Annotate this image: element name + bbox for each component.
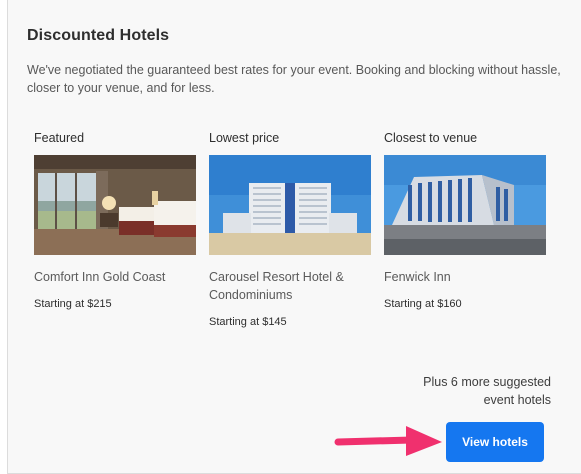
hotel-price: Starting at $145 [209,316,287,328]
hotel-name[interactable]: Carousel Resort Hotel & Condominiums [209,268,372,304]
hotel-price: Starting at $160 [384,298,462,310]
hotel-card-closest-to-venue[interactable]: Closest to venue Fenwick Inn Starting at… [384,131,547,310]
hotel-category: Closest to venue [384,131,478,145]
hotel-name[interactable]: Comfort Inn Gold Coast [34,268,197,286]
section-description: We've negotiated the guaranteed best rat… [27,63,561,95]
hotel-price: Starting at $215 [34,298,112,310]
hotel-photo-exterior[interactable] [384,155,546,255]
section-title: Discounted Hotels [27,27,170,44]
view-hotels-button[interactable]: View hotels [446,422,544,462]
more-hotels-text: Plus 6 more suggested event hotels [423,375,551,407]
hotel-card-lowest-price[interactable]: Lowest price Carousel Resort Hotel & Con… [209,131,372,328]
discounted-hotels-card: Discounted Hotels We've negotiated the g… [7,0,581,474]
hotel-card-featured[interactable]: Featured Comfort Inn Gold Coast Starting… [34,131,197,310]
hotel-name[interactable]: Fenwick Inn [384,268,547,286]
hotel-photo-room[interactable] [34,155,196,255]
arrow-pointer-icon [334,426,442,456]
hotel-category: Lowest price [209,131,280,145]
hotel-photo-building[interactable] [209,155,371,255]
hotel-category: Featured [34,131,85,145]
